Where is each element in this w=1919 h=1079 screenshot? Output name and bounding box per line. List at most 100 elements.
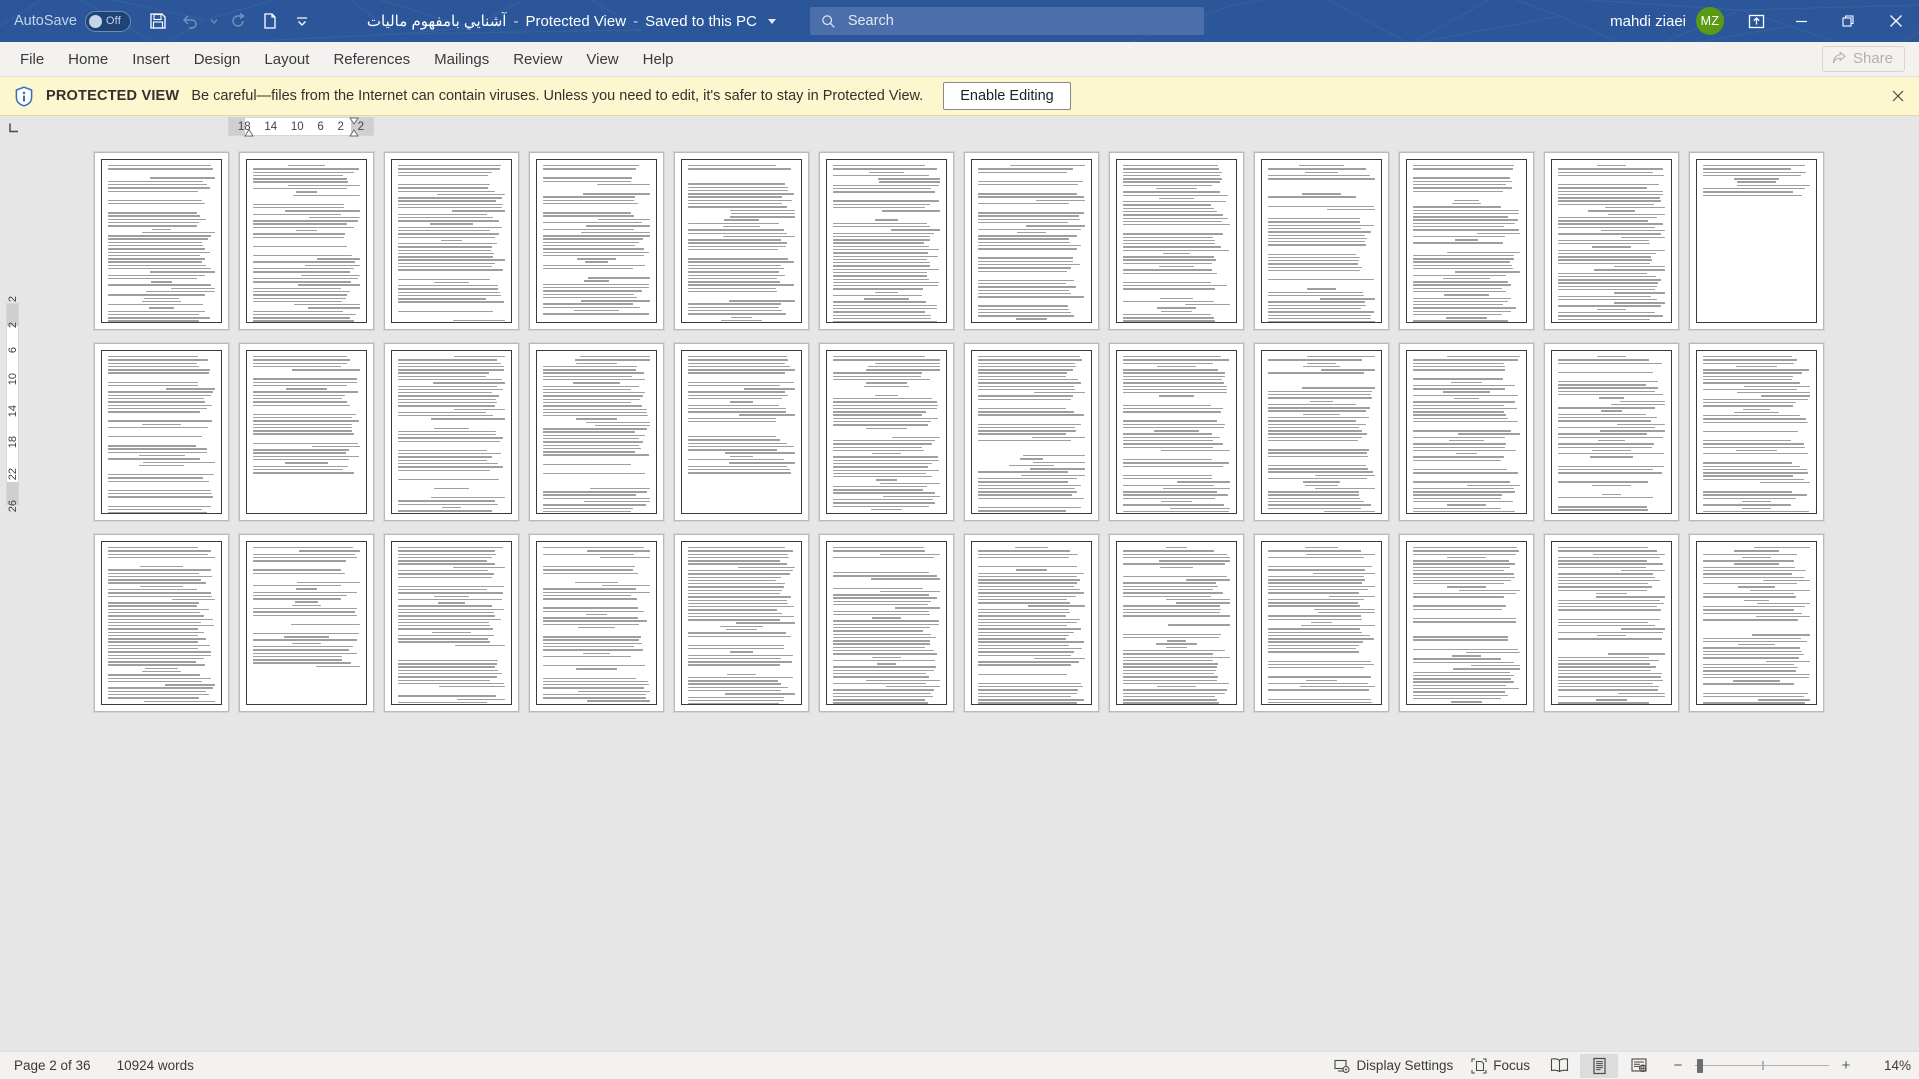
close-button[interactable] [1872, 0, 1919, 42]
text-line [1123, 276, 1230, 280]
page-thumbnail[interactable] [529, 152, 664, 330]
horizontal-ruler[interactable]: 18 14 10 6 2 2 [228, 117, 374, 138]
tab-design[interactable]: Design [182, 42, 253, 76]
page-thumbnail[interactable] [384, 534, 519, 712]
tab-selector-button[interactable] [0, 116, 26, 138]
page-thumbnail[interactable] [1399, 534, 1534, 712]
text-line [688, 177, 795, 181]
page-thumbnail[interactable] [1544, 534, 1679, 712]
page-thumbnail[interactable] [819, 343, 954, 521]
tab-mailings[interactable]: Mailings [422, 42, 501, 76]
tab-layout[interactable]: Layout [252, 42, 321, 76]
close-icon[interactable] [1887, 85, 1909, 107]
page-thumbnail[interactable] [94, 152, 229, 330]
vertical-ruler[interactable]: 2 2 6 10 14 18 22 26 [0, 138, 24, 1051]
customize-qat-icon[interactable] [287, 6, 317, 36]
page-thumbnail[interactable] [1254, 152, 1389, 330]
text-line [108, 680, 203, 683]
text-line [1703, 653, 1804, 656]
chevron-down-icon[interactable] [767, 18, 776, 24]
text-line [1304, 484, 1339, 486]
print-layout-icon[interactable] [1580, 1053, 1618, 1078]
enable-editing-button[interactable]: Enable Editing [943, 82, 1071, 110]
text-line [1558, 413, 1647, 416]
restore-button[interactable] [1825, 0, 1872, 42]
page-thumbnail[interactable] [94, 343, 229, 521]
page-thumbnail[interactable] [674, 343, 809, 521]
tab-view[interactable]: View [574, 42, 630, 76]
text-line [1157, 307, 1196, 309]
pages-area[interactable] [24, 138, 1919, 1051]
page-thumbnail[interactable] [384, 152, 519, 330]
page-thumbnail[interactable] [1254, 343, 1389, 521]
page-thumbnail[interactable] [1689, 343, 1824, 521]
page-thumbnail[interactable] [1399, 343, 1534, 521]
page-thumbnail[interactable] [529, 343, 664, 521]
text-line [398, 236, 496, 238]
account-button[interactable]: mahdi ziaei MZ [1610, 7, 1724, 35]
zoom-out-button[interactable]: − [1671, 1057, 1685, 1074]
page-thumbnail[interactable] [964, 534, 1099, 712]
right-indent-marker-icon[interactable] [348, 117, 360, 138]
undo-icon[interactable] [175, 6, 205, 36]
page-thumbnail[interactable] [529, 534, 664, 712]
text-line [1558, 256, 1651, 258]
text-line [108, 480, 209, 482]
page-thumbnail[interactable] [674, 152, 809, 330]
text-line [1604, 206, 1665, 209]
page-thumbnail[interactable] [239, 534, 374, 712]
autosave-toggle[interactable]: Off [84, 10, 131, 32]
tab-review[interactable]: Review [501, 42, 574, 76]
tab-help[interactable]: Help [631, 42, 686, 76]
undo-dropdown-icon[interactable] [207, 6, 221, 36]
text-line [108, 320, 199, 322]
page-thumbnail[interactable] [1689, 534, 1824, 712]
text-line [108, 206, 215, 210]
focus-button[interactable]: Focus [1462, 1055, 1539, 1077]
text-line [978, 187, 1085, 191]
page-thumbnail[interactable] [94, 534, 229, 712]
page-thumbnail[interactable] [1109, 152, 1244, 330]
redo-icon[interactable] [223, 6, 253, 36]
page-thumbnail[interactable] [819, 152, 954, 330]
autosave-control[interactable]: AutoSave Off [14, 10, 131, 32]
page-thumbnail[interactable] [1544, 152, 1679, 330]
text-line [253, 372, 360, 376]
tab-home[interactable]: Home [56, 42, 120, 76]
word-count[interactable]: 10924 words [117, 1058, 194, 1073]
page-thumbnail[interactable] [1399, 152, 1534, 330]
minimize-button[interactable] [1778, 0, 1825, 42]
search-box[interactable]: Search [809, 7, 1204, 35]
print-preview-icon[interactable] [255, 6, 285, 36]
save-icon[interactable] [143, 6, 173, 36]
page-thumbnail[interactable] [239, 343, 374, 521]
page-thumbnail[interactable] [964, 343, 1099, 521]
ribbon-display-options-icon[interactable] [1734, 0, 1778, 42]
page-thumbnail[interactable] [1254, 534, 1389, 712]
page-thumbnail[interactable] [1109, 343, 1244, 521]
page-indicator[interactable]: Page 2 of 36 [14, 1058, 91, 1073]
page-thumbnail[interactable] [1109, 534, 1244, 712]
zoom-percentage[interactable]: 14% [1869, 1058, 1911, 1073]
document-title-group[interactable]: آشنايي بامفهوم ماليات - Protected View -… [367, 12, 776, 30]
share-button[interactable]: Share [1821, 46, 1905, 72]
zoom-in-button[interactable]: + [1839, 1057, 1853, 1074]
page-thumbnail[interactable] [384, 343, 519, 521]
text-line [1558, 586, 1652, 588]
page-thumbnail[interactable] [239, 152, 374, 330]
tab-insert[interactable]: Insert [120, 42, 182, 76]
text-line [1600, 410, 1623, 412]
page-thumbnail[interactable] [1689, 152, 1824, 330]
zoom-slider-thumb[interactable] [1697, 1058, 1703, 1073]
read-mode-icon[interactable] [1540, 1054, 1578, 1078]
text-line [108, 172, 215, 176]
page-thumbnail[interactable] [674, 534, 809, 712]
web-layout-icon[interactable] [1620, 1054, 1658, 1078]
zoom-slider[interactable] [1695, 1058, 1829, 1073]
display-settings-button[interactable]: Display Settings [1325, 1055, 1462, 1077]
page-thumbnail[interactable] [1544, 343, 1679, 521]
tab-references[interactable]: References [321, 42, 422, 76]
page-thumbnail[interactable] [964, 152, 1099, 330]
page-thumbnail[interactable] [819, 534, 954, 712]
tab-file[interactable]: File [8, 42, 56, 76]
